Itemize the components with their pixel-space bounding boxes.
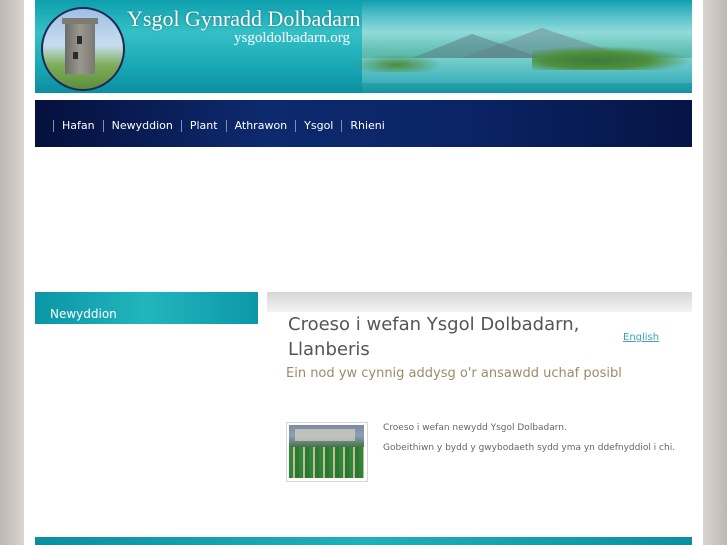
castle-logo-icon[interactable]	[41, 7, 125, 91]
english-language-link[interactable]: English	[623, 332, 659, 343]
school-photo[interactable]	[289, 425, 364, 478]
nav-separator	[341, 119, 343, 132]
nav-separator	[295, 119, 297, 132]
main-nav: Hafan Newyddion Plant Athrawon Ysgol Rhi…	[35, 100, 692, 147]
nav-separator	[102, 119, 104, 132]
banner-trees	[532, 46, 692, 70]
page-subtitle: Ein nod yw cynnig addysg o'r ansawdd uch…	[286, 366, 622, 381]
nav-separator	[53, 119, 54, 132]
nav-separator	[180, 119, 182, 132]
nav-item-newyddion[interactable]: Newyddion	[112, 119, 173, 132]
sidebar-heading: Newyddion	[50, 307, 117, 321]
page-heading: Croeso i wefan Ysgol Dolbadarn, Llanberi…	[288, 314, 580, 360]
banner-trees	[352, 54, 442, 72]
site-url: ysgoldolbadarn.org	[234, 30, 350, 46]
info-paragraph: Gobeithiwn y bydd y gwybodaeth sydd yma …	[383, 443, 676, 453]
nav-item-athrawon[interactable]: Athrawon	[235, 119, 288, 132]
nav-item-ysgol[interactable]: Ysgol	[304, 119, 333, 132]
background-left	[0, 0, 24, 545]
header-banner: Ysgol Gynradd Dolbadarn ysgoldolbadarn.o…	[35, 0, 692, 93]
content-top-bar	[267, 292, 692, 312]
nav-separator	[225, 119, 227, 132]
footer-bar	[35, 537, 692, 545]
castle-tower	[62, 18, 98, 74]
background-right	[703, 0, 727, 545]
nav-item-plant[interactable]: Plant	[190, 119, 218, 132]
welcome-paragraph: Croeso i wefan newydd Ysgol Dolbadarn.	[383, 423, 567, 433]
sidebar-news-header[interactable]: Newyddion	[35, 292, 258, 324]
page-container: Ysgol Gynradd Dolbadarn ysgoldolbadarn.o…	[24, 0, 703, 545]
site-title: Ysgol Gynradd Dolbadarn	[127, 6, 361, 31]
nav-item-rhieni[interactable]: Rhieni	[350, 119, 384, 132]
nav-item-hafan[interactable]: Hafan	[62, 119, 95, 132]
